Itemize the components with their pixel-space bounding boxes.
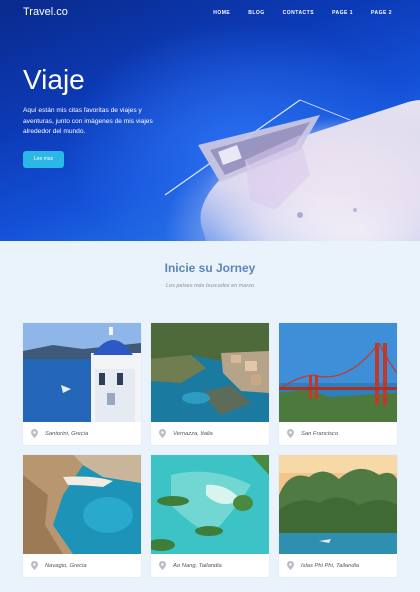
destination-card-san-francisco[interactable]: San Francisco [279,323,397,445]
destination-card-santorini[interactable]: Santorini, Grecia [23,323,141,445]
section-title: Inicie su Jorney [164,261,256,275]
destination-image [151,323,269,422]
nav-page-1[interactable]: PAGE 1 [332,10,353,16]
nav-contacts[interactable]: CONTACTS [283,10,314,16]
destination-card-navagio[interactable]: Navagio, Grecia [23,455,141,577]
card-label: Ao Nang, Tailandia [173,562,222,569]
section-subtitle: Los países más buscados en marzo [165,283,255,289]
card-label: San Francisco [301,430,339,437]
card-caption: Ao Nang, Tailandia [151,554,269,577]
card-label: Navagio, Grecia [45,562,87,569]
location-pin-icon [159,429,166,438]
card-caption: Santorini, Grecia [23,422,141,445]
hero-description: Aquí están mis citas favoritas de viajes… [23,107,153,135]
hero-title: Viaje [23,64,85,95]
destination-image [23,323,141,422]
card-caption: Navagio, Grecia [23,554,141,577]
card-label: Santorini, Grecia [45,430,89,437]
card-caption: Islas Phi Phi, Tailandia [279,554,397,577]
nav-home[interactable]: HOME [213,10,230,16]
destination-image [151,455,269,554]
card-caption: San Francisco [279,422,397,445]
location-pin-icon [287,561,294,570]
destination-image [279,323,397,422]
nav-page-2[interactable]: PAGE 2 [371,10,392,16]
destination-card-vernazza[interactable]: Vernazza, Italia [151,323,269,445]
read-more-button[interactable]: Lee mas [23,151,64,168]
brand-logo[interactable]: Travel.co [23,6,68,18]
destination-card-phi-phi[interactable]: Islas Phi Phi, Tailandia [279,455,397,577]
destination-card-ao-nang[interactable]: Ao Nang, Tailandia [151,455,269,577]
location-pin-icon [159,561,166,570]
nav-blog[interactable]: BLOG [248,10,264,16]
location-pin-icon [287,429,294,438]
main-nav: HOME BLOG CONTACTS PAGE 1 PAGE 2 [195,10,392,16]
card-label: Vernazza, Italia [173,430,213,437]
location-pin-icon [31,561,38,570]
card-caption: Vernazza, Italia [151,422,269,445]
boat-illustration [164,99,357,218]
card-label: Islas Phi Phi, Tailandia [301,562,360,569]
destination-image [279,455,397,554]
hero-banner: Travel.co HOME BLOG CONTACTS PAGE 1 PAGE… [0,0,420,241]
destination-image [23,455,141,554]
location-pin-icon [31,429,38,438]
